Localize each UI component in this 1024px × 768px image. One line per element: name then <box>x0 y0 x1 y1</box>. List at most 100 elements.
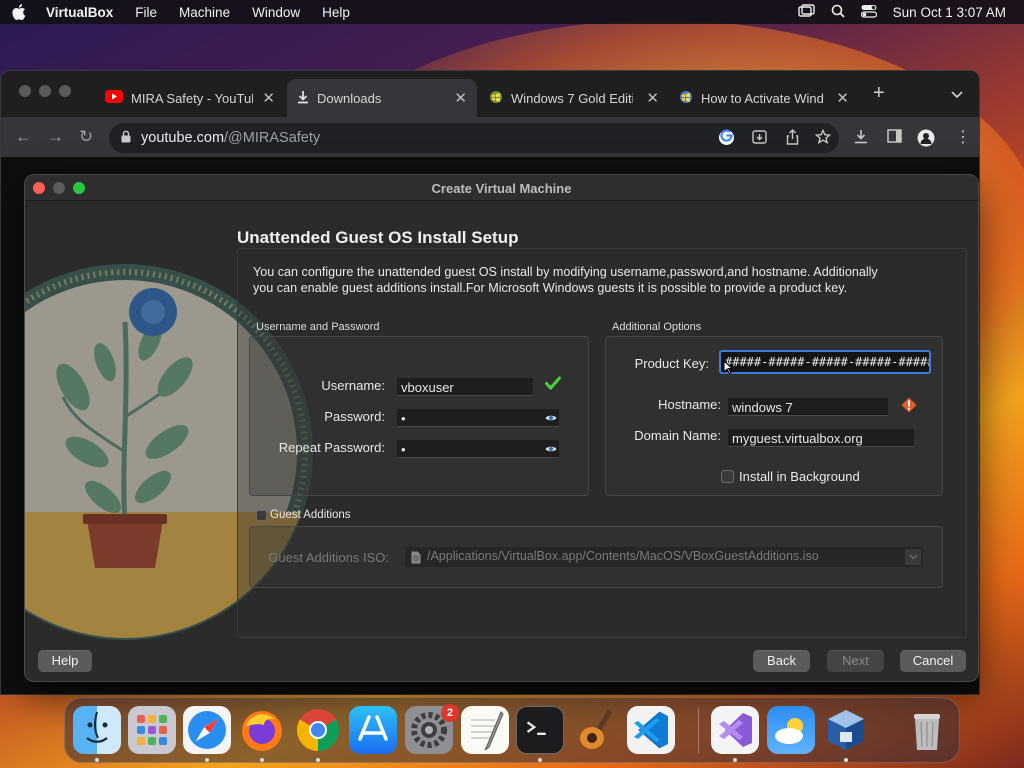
page-description: You can configure the unattended guest O… <box>253 265 878 295</box>
running-indicator <box>844 758 848 762</box>
apple-icon[interactable] <box>12 3 28 21</box>
tab-downloads[interactable]: Downloads ✕ <box>287 79 477 117</box>
app-store-icon[interactable] <box>349 706 397 754</box>
menu-window[interactable]: Window <box>252 5 300 20</box>
chrome-icon[interactable] <box>294 706 342 754</box>
weather-icon[interactable] <box>767 706 815 754</box>
install-in-background-checkbox[interactable] <box>721 470 734 483</box>
reload-icon[interactable]: ↻ <box>79 127 93 147</box>
file-icon <box>411 551 421 567</box>
garageband-icon[interactable] <box>572 706 620 754</box>
valid-checkmark-icon <box>545 376 561 393</box>
guest-additions-iso-field[interactable]: /Applications/VirtualBox.app/Contents/Ma… <box>405 547 923 567</box>
running-indicator <box>316 758 320 762</box>
downloads-icon[interactable] <box>853 129 869 148</box>
password-field[interactable]: • <box>397 409 559 427</box>
profile-avatar-icon[interactable] <box>917 129 935 151</box>
tab-title: MIRA Safety - YouTube <box>131 90 253 106</box>
zoom-window-button[interactable] <box>59 85 71 97</box>
iso-dropdown-chevron-icon[interactable] <box>905 549 921 565</box>
domain-name-field[interactable]: myguest.virtualbox.org <box>728 429 914 447</box>
back-button[interactable]: Back <box>753 650 810 672</box>
side-panel-icon[interactable] <box>887 129 902 147</box>
running-indicator <box>538 758 542 762</box>
browser-window-controls <box>19 85 71 97</box>
minimize-window-button[interactable] <box>39 85 51 97</box>
tab-windows-7-gold[interactable]: Windows 7 Gold Edition ✕ <box>479 79 669 117</box>
show-repeat-password-eye-icon[interactable] <box>545 443 557 455</box>
password-label: Password: <box>324 409 385 424</box>
domain-name-label: Domain Name: <box>634 428 721 443</box>
guest-additions-label: Guest Additions <box>270 509 351 521</box>
menu-help[interactable]: Help <box>322 5 350 20</box>
back-arrow-icon[interactable]: ← <box>15 127 32 147</box>
hostname-field[interactable]: windows 7 <box>728 398 888 416</box>
username-field[interactable]: vboxuser <box>397 378 533 396</box>
virtualbox-icon[interactable] <box>822 706 870 754</box>
close-tab-icon[interactable]: ✕ <box>262 89 275 107</box>
more-menu-icon[interactable]: ⋮ <box>955 127 971 147</box>
terminal-icon[interactable] <box>516 706 564 754</box>
running-indicator <box>260 758 264 762</box>
next-button[interactable]: Next <box>827 650 884 672</box>
share-icon[interactable] <box>786 129 799 149</box>
lock-icon <box>121 130 131 147</box>
visual-studio-icon[interactable] <box>711 706 759 754</box>
bookmark-star-icon[interactable] <box>814 128 832 149</box>
download-icon <box>297 90 309 107</box>
page-heading: Unattended Guest OS Install Setup <box>237 228 519 247</box>
new-tab-icon[interactable]: + <box>873 83 885 103</box>
running-indicator <box>205 758 209 762</box>
tab-strip: MIRA Safety - YouTube ✕ Downloads ✕ Wind… <box>1 71 979 117</box>
browser-toolbar: ← → ↻ youtube.com/@MIRASafety ⋮ <box>1 117 979 157</box>
running-indicator <box>733 758 737 762</box>
cancel-button[interactable]: Cancel <box>900 650 966 672</box>
show-password-eye-icon[interactable] <box>545 412 557 424</box>
close-tab-icon[interactable]: ✕ <box>454 89 467 107</box>
guest-additions-checkbox[interactable] <box>256 510 267 521</box>
menu-bar: VirtualBox File Machine Window Help Sun … <box>0 0 1024 24</box>
trash-icon[interactable] <box>903 706 951 754</box>
close-tab-icon[interactable]: ✕ <box>836 89 849 107</box>
dock: 2 <box>64 697 960 763</box>
username-label: Username: <box>321 378 385 393</box>
close-window-button[interactable] <box>19 85 31 97</box>
help-button[interactable]: Help <box>38 650 92 672</box>
url-host: youtube.com <box>141 130 225 146</box>
tab-search-chevron-icon[interactable] <box>951 87 963 102</box>
dialog-title: Create Virtual Machine <box>431 181 572 196</box>
menu-app-name[interactable]: VirtualBox <box>46 5 113 20</box>
forward-arrow-icon[interactable]: → <box>47 127 64 147</box>
tab-title: How to Activate Windows <box>701 90 823 106</box>
notification-badge: 2 <box>441 704 459 722</box>
google-icon[interactable] <box>718 129 735 150</box>
guest-additions-iso-label: Guest Additions ISO: <box>268 550 389 565</box>
safari-icon[interactable] <box>183 706 231 754</box>
system-settings-icon[interactable]: 2 <box>405 704 459 754</box>
vscode-icon[interactable] <box>627 706 675 754</box>
repeat-password-field[interactable]: • <box>397 440 559 458</box>
finder-icon[interactable] <box>73 706 121 754</box>
menu-clock[interactable]: Sun Oct 1 3:07 AM <box>893 5 1006 20</box>
mouse-cursor-icon <box>723 359 734 378</box>
dock-separator <box>698 708 699 754</box>
menu-machine[interactable]: Machine <box>179 5 230 20</box>
tab-mira-safety[interactable]: MIRA Safety - YouTube ✕ <box>95 79 285 117</box>
control-center-icon[interactable] <box>860 4 877 21</box>
address-bar[interactable]: youtube.com/@MIRASafety <box>109 123 839 153</box>
tab-title: Windows 7 Gold Edition <box>511 90 633 106</box>
repeat-password-label: Repeat Password: <box>278 440 385 455</box>
textedit-icon[interactable] <box>461 706 509 754</box>
install-app-icon[interactable] <box>752 130 767 148</box>
product-key-field[interactable]: #####-#####-#####-#####-##### <box>719 350 931 374</box>
launchpad-icon[interactable] <box>128 706 176 754</box>
tab-how-to-activate[interactable]: How to Activate Windows ✕ <box>669 79 859 117</box>
screen-mirroring-icon[interactable] <box>797 3 815 21</box>
dialog-titlebar: Create Virtual Machine <box>25 175 978 201</box>
firefox-icon[interactable] <box>238 706 286 754</box>
close-tab-icon[interactable]: ✕ <box>646 89 659 107</box>
windows-globe-icon <box>489 90 503 107</box>
spotlight-search-icon[interactable] <box>831 4 845 21</box>
menu-file[interactable]: File <box>135 5 157 20</box>
create-vm-dialog: Create Virtual Machine Unattended Guest … <box>24 174 979 682</box>
